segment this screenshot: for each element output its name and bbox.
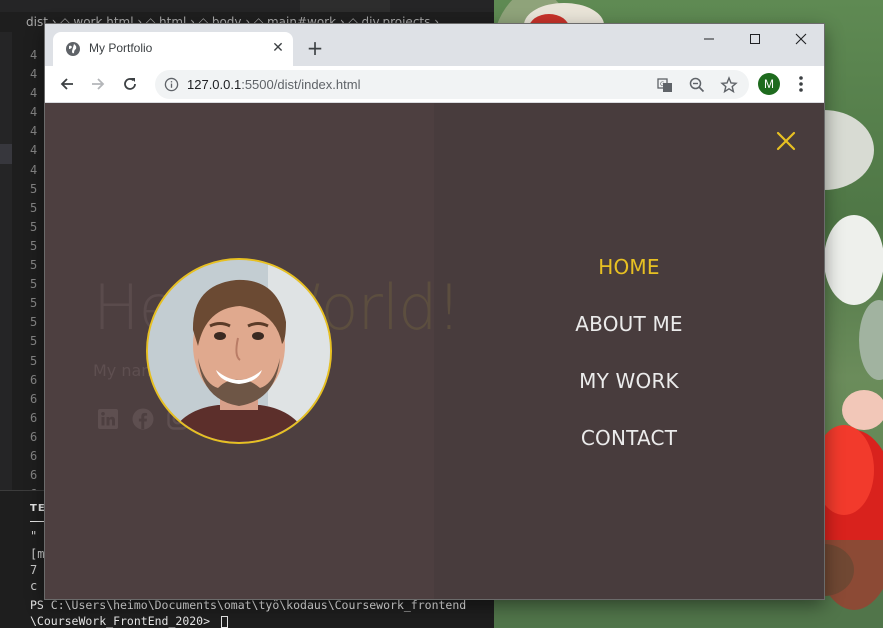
line-number: 4: [30, 143, 38, 158]
nav-item-contact[interactable]: CONTACT: [434, 426, 824, 450]
line-number: 6: [30, 468, 38, 483]
browser-toolbar: 127.0.0.1:5500/dist/index.html G M: [45, 66, 824, 103]
line-number: 6: [30, 372, 38, 387]
url-text: 127.0.0.1:5500/dist/index.html: [187, 77, 360, 92]
line-number: 6: [30, 391, 38, 406]
minimize-icon: [704, 38, 714, 40]
line-number: 4: [30, 67, 38, 82]
line-number: 6: [30, 410, 38, 425]
close-menu-icon[interactable]: [775, 130, 797, 152]
line-number: 5: [30, 315, 38, 330]
line-number: 5: [30, 219, 38, 234]
line-number: 4: [30, 124, 38, 139]
line-number: 5: [30, 296, 38, 311]
url-path: :5500/dist/index.html: [241, 77, 361, 92]
back-arrow-icon: [60, 78, 73, 90]
line-number: 4: [30, 48, 38, 62]
terminal-output-line: [m: [30, 547, 45, 561]
forward-button[interactable]: [86, 72, 110, 96]
browser-titlebar: My Portfolio ✕ +: [45, 24, 824, 66]
tab-title: My Portfolio: [89, 41, 153, 55]
terminal-output-line: c: [30, 579, 38, 593]
address-bar[interactable]: 127.0.0.1:5500/dist/index.html G: [155, 70, 749, 99]
svg-text:G: G: [660, 81, 665, 88]
nav-item-my-work[interactable]: MY WORK: [434, 369, 824, 393]
line-number: 5: [30, 353, 38, 368]
terminal-output-line: ": [30, 529, 38, 543]
reload-icon: [124, 78, 136, 90]
site-info-icon[interactable]: [164, 77, 179, 92]
line-number: 6: [30, 448, 38, 463]
window-close-icon: [795, 33, 807, 45]
linkedin-icon[interactable]: [97, 408, 119, 430]
line-number: 4: [30, 162, 38, 177]
terminal-output-line: 7: [30, 563, 38, 577]
maximize-button[interactable]: [732, 24, 778, 54]
line-number: 5: [30, 258, 38, 273]
minimize-button[interactable]: [686, 24, 732, 54]
line-number: 4: [30, 105, 38, 120]
terminal-prompt[interactable]: PS C:\Users\heimo\Documents\omat\työ\kod…: [0, 596, 494, 628]
line-number: 6: [30, 429, 38, 444]
line-number: 4: [30, 86, 38, 101]
line-number: 5: [30, 334, 38, 349]
window-close-button[interactable]: [778, 24, 824, 54]
browser-tab[interactable]: My Portfolio ✕: [53, 32, 293, 66]
terminal-cursor: [220, 615, 228, 628]
facebook-icon[interactable]: [132, 408, 154, 430]
terminal-prompt-line: \CourseWork_FrontEnd_2020>: [30, 614, 228, 628]
nav-item-about-me[interactable]: ABOUT ME: [434, 312, 824, 336]
line-number-gutter: 444444455555555556666666: [30, 46, 44, 504]
back-button[interactable]: [55, 72, 79, 96]
profile-portrait: [146, 258, 332, 444]
terminal-prompt-text: \CourseWork_FrontEnd_2020>: [30, 614, 217, 628]
translate-icon[interactable]: G: [656, 76, 674, 94]
reload-button[interactable]: [118, 72, 142, 96]
page-viewport: Hello World! My name is Mike: [45, 103, 824, 599]
maximize-icon: [750, 34, 760, 44]
bookmark-star-icon[interactable]: [720, 76, 738, 94]
more-menu-icon[interactable]: [793, 74, 809, 94]
nav-overlay-right-pane: [434, 103, 824, 599]
editor-tab-strip: [0, 0, 494, 12]
nav-item-home[interactable]: HOME: [434, 255, 824, 279]
terminal-path-line: PS C:\Users\heimo\Documents\omat\työ\kod…: [30, 598, 467, 612]
profile-avatar[interactable]: M: [758, 73, 780, 95]
globe-icon: [66, 42, 80, 56]
tab-close-icon[interactable]: ✕: [270, 40, 286, 56]
browser-window: My Portfolio ✕ + 127.0.0.1:5500/dist/ind…: [45, 24, 824, 599]
new-tab-button[interactable]: +: [304, 37, 326, 59]
portrait-image: [148, 260, 330, 442]
line-number: 5: [30, 200, 38, 215]
forward-arrow-icon: [92, 78, 105, 90]
activity-marker: [0, 144, 12, 164]
line-number: 5: [30, 238, 38, 253]
zoom-out-icon[interactable]: [688, 76, 706, 94]
line-number: 5: [30, 277, 38, 292]
editor-activity-bar: [0, 32, 12, 492]
editor-tab[interactable]: [300, 0, 390, 12]
line-number: 5: [30, 181, 38, 196]
url-host: 127.0.0.1: [187, 77, 242, 92]
